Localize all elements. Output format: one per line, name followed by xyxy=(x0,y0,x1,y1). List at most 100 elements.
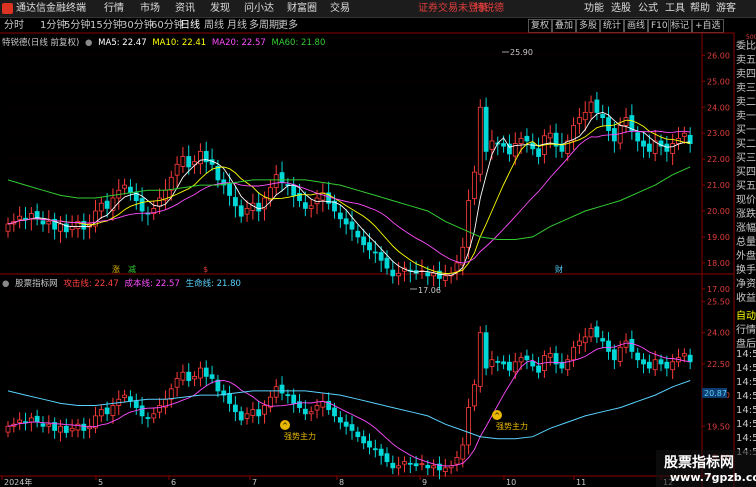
candle-body xyxy=(384,453,390,463)
candle-body xyxy=(273,386,279,398)
candle-body xyxy=(582,336,588,344)
x-tick-label: 2024年 xyxy=(4,477,32,487)
event-marker-finance[interactable]: 财 xyxy=(555,264,563,274)
candle-body xyxy=(606,117,611,131)
candle-body xyxy=(98,409,104,417)
y-tick-label: 22.00 xyxy=(707,155,730,164)
candle-body xyxy=(273,174,279,189)
candle-body xyxy=(256,202,262,212)
signal-icon-glyph: ^ xyxy=(282,422,288,430)
candle-body xyxy=(442,467,448,472)
side-label-buy2: 买二 xyxy=(736,139,756,150)
candle-body xyxy=(262,405,267,415)
candle-body xyxy=(157,197,162,207)
candle-body xyxy=(28,213,34,220)
candle-body xyxy=(518,357,524,363)
candle-body xyxy=(203,367,209,377)
candle-body xyxy=(687,354,693,363)
x-tick-label: 7 xyxy=(252,478,257,487)
candle-body xyxy=(355,230,361,238)
candle-body xyxy=(244,208,250,215)
candle-body xyxy=(23,217,28,220)
candle-body xyxy=(168,176,174,191)
candle-body xyxy=(477,332,483,387)
candle-body xyxy=(536,148,541,157)
candle-body xyxy=(664,143,670,152)
side-panel-corner: 500 xyxy=(746,34,756,41)
y-tick-label: 18.00 xyxy=(707,259,730,268)
candle-body xyxy=(238,411,244,421)
candle-body xyxy=(507,361,512,371)
candle-body xyxy=(198,367,203,379)
candle-body xyxy=(600,338,606,342)
candle-body xyxy=(606,340,611,352)
side-label-sell3: 卖三 xyxy=(736,83,756,94)
low-price-label: 17.06 xyxy=(418,286,441,295)
candle-body xyxy=(390,462,396,469)
tick-time: 14:50 xyxy=(736,377,756,388)
candle-body xyxy=(122,394,128,398)
candle-body xyxy=(227,393,232,404)
side-label-market[interactable]: 行情 xyxy=(736,321,756,336)
candle-body xyxy=(396,465,402,469)
candle-body xyxy=(279,172,285,183)
y-tick-label: 19.00 xyxy=(707,233,730,242)
life-line xyxy=(7,380,691,440)
y-tick-label: 25.50 xyxy=(707,298,730,307)
candle-body xyxy=(483,332,489,369)
tick-time: 14:50 xyxy=(736,391,756,402)
side-label-turnover: 换手 xyxy=(736,265,756,276)
signal-label-2: 强势主力 xyxy=(496,421,528,431)
candle-body xyxy=(180,371,186,381)
candle-body xyxy=(460,444,466,460)
candle-body xyxy=(151,413,157,419)
ma60-line xyxy=(7,166,691,240)
side-label-outer: 外盘 xyxy=(736,251,756,262)
y-tick-label: 24.00 xyxy=(707,103,730,112)
candle-body xyxy=(186,156,192,168)
y-tick-label: 26.00 xyxy=(707,51,730,60)
side-label-auto[interactable]: 自动 xyxy=(736,307,756,322)
x-tick-label: 9 xyxy=(422,478,427,487)
candle-body xyxy=(489,140,495,150)
candle-body xyxy=(431,465,437,469)
tick-time: 14:50 xyxy=(736,405,756,416)
event-marker-dividend[interactable]: $ xyxy=(203,265,208,274)
event-marker-rise[interactable]: 涨 xyxy=(112,264,120,274)
kline-chart[interactable]: 26.00 25.00 24.00 23.00 22.00 21.00 20.00 19.00… xyxy=(0,0,756,487)
candle-body xyxy=(349,221,355,230)
candle-body xyxy=(372,251,378,254)
candle-body xyxy=(40,423,46,427)
y-tick-label: 19.50 xyxy=(707,422,730,431)
candle-body xyxy=(291,394,297,404)
candle-body xyxy=(524,135,530,142)
candle-body xyxy=(17,419,23,423)
candle-body xyxy=(524,355,530,361)
candle-body xyxy=(122,184,128,189)
signal-icon-glyph: ^ xyxy=(494,412,500,420)
x-tick-label: 6 xyxy=(171,478,176,487)
tick-time: 14:50 xyxy=(736,363,756,374)
y-tick-label: 23.00 xyxy=(707,129,730,138)
candle-body xyxy=(81,423,87,431)
candle-body xyxy=(145,417,151,419)
side-label-afterhours[interactable]: 盘后 xyxy=(736,335,756,350)
quote-side-panel: 委比 卖五 卖四 卖三 卖二 卖一 买一 买二 买三 买四 买五 现价 涨跌 涨… xyxy=(734,33,756,487)
candle-body xyxy=(332,407,337,417)
candle-body xyxy=(384,257,390,269)
candle-body xyxy=(58,425,63,433)
candle-body xyxy=(244,413,250,419)
ma5-line xyxy=(7,111,691,276)
candle-body xyxy=(664,361,670,369)
candle-body xyxy=(168,388,174,400)
side-label-buy3: 买三 xyxy=(736,153,756,164)
cost-line xyxy=(7,342,691,467)
candle-body xyxy=(98,202,104,212)
y-tick-label: 22.50 xyxy=(707,360,730,369)
candle-body xyxy=(594,99,600,113)
candle-body xyxy=(425,464,431,469)
candle-body xyxy=(110,405,116,416)
candle-body xyxy=(63,425,69,433)
candle-body xyxy=(501,143,506,147)
event-marker-reduce[interactable]: 减 xyxy=(128,264,136,274)
